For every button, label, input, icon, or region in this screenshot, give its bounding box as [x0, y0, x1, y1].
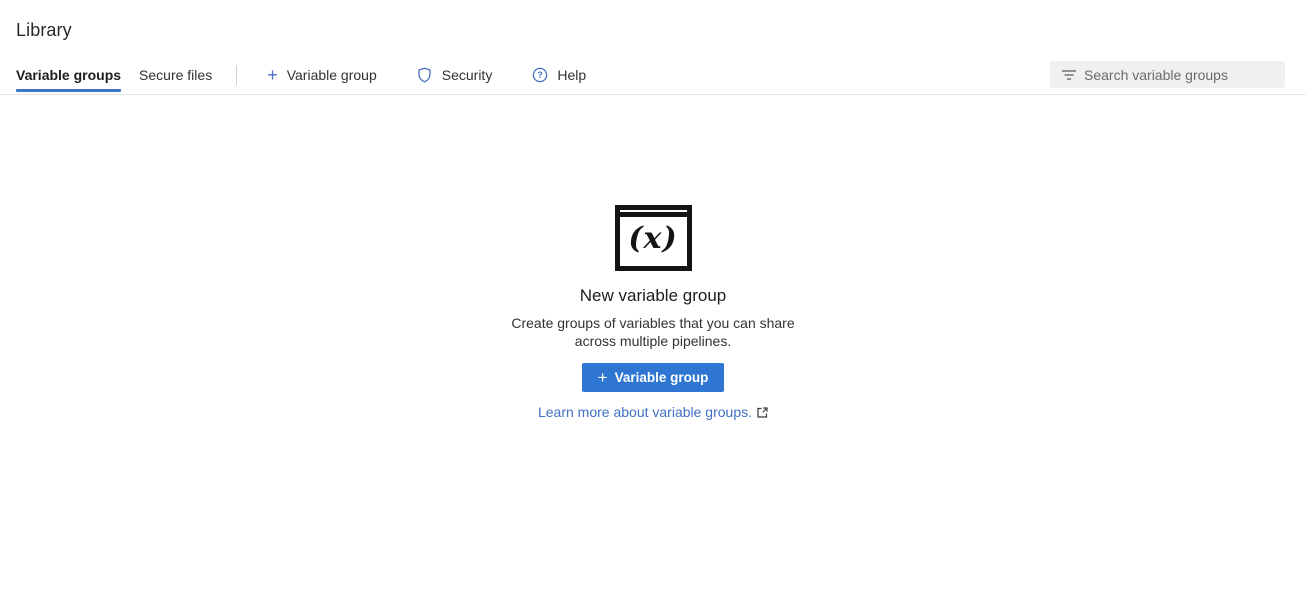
tab-label: Secure files: [139, 67, 212, 83]
toolbar-divider: [236, 65, 237, 85]
variable-group-icon-titlebar: [620, 210, 687, 217]
add-variable-group-command[interactable]: + Variable group: [267, 67, 377, 83]
search-input[interactable]: [1084, 67, 1277, 83]
description-line-1: Create groups of variables that you can …: [511, 315, 794, 331]
tab-bar: Variable groups Secure files: [16, 55, 212, 94]
toolbar: Variable groups Secure files + Variable …: [0, 55, 1306, 95]
description-line-2: across multiple pipelines.: [575, 333, 731, 349]
filter-icon: [1062, 69, 1076, 81]
svg-text:?: ?: [538, 70, 544, 80]
empty-state-description: Create groups of variables that you can …: [511, 315, 794, 350]
tab-secure-files[interactable]: Secure files: [139, 55, 212, 94]
search-box[interactable]: [1050, 61, 1285, 88]
help-command[interactable]: ? Help: [532, 67, 586, 83]
empty-state: (x) New variable group Create groups of …: [0, 205, 1306, 420]
empty-state-title: New variable group: [580, 286, 726, 306]
command-label: Security: [442, 67, 493, 83]
command-label: Variable group: [287, 67, 377, 83]
tab-label: Variable groups: [16, 67, 121, 83]
plus-icon: +: [598, 369, 608, 386]
security-command[interactable]: Security: [417, 67, 493, 83]
shield-icon: [417, 67, 433, 83]
library-page: Library Variable groups Secure files + V…: [0, 0, 1306, 601]
tab-variable-groups[interactable]: Variable groups: [16, 55, 121, 94]
variable-group-icon: (x): [615, 205, 692, 271]
learn-more-link[interactable]: Learn more about variable groups.: [538, 404, 752, 420]
button-label: Variable group: [615, 370, 709, 385]
variable-group-button[interactable]: + Variable group: [582, 363, 725, 392]
command-label: Help: [557, 67, 586, 83]
variable-group-icon-glyph: (x): [620, 217, 687, 261]
learn-more: Learn more about variable groups.: [538, 404, 768, 420]
page-title: Library: [16, 20, 72, 41]
external-link-icon[interactable]: [757, 407, 768, 418]
plus-icon: +: [267, 67, 278, 83]
help-icon: ?: [532, 67, 548, 83]
